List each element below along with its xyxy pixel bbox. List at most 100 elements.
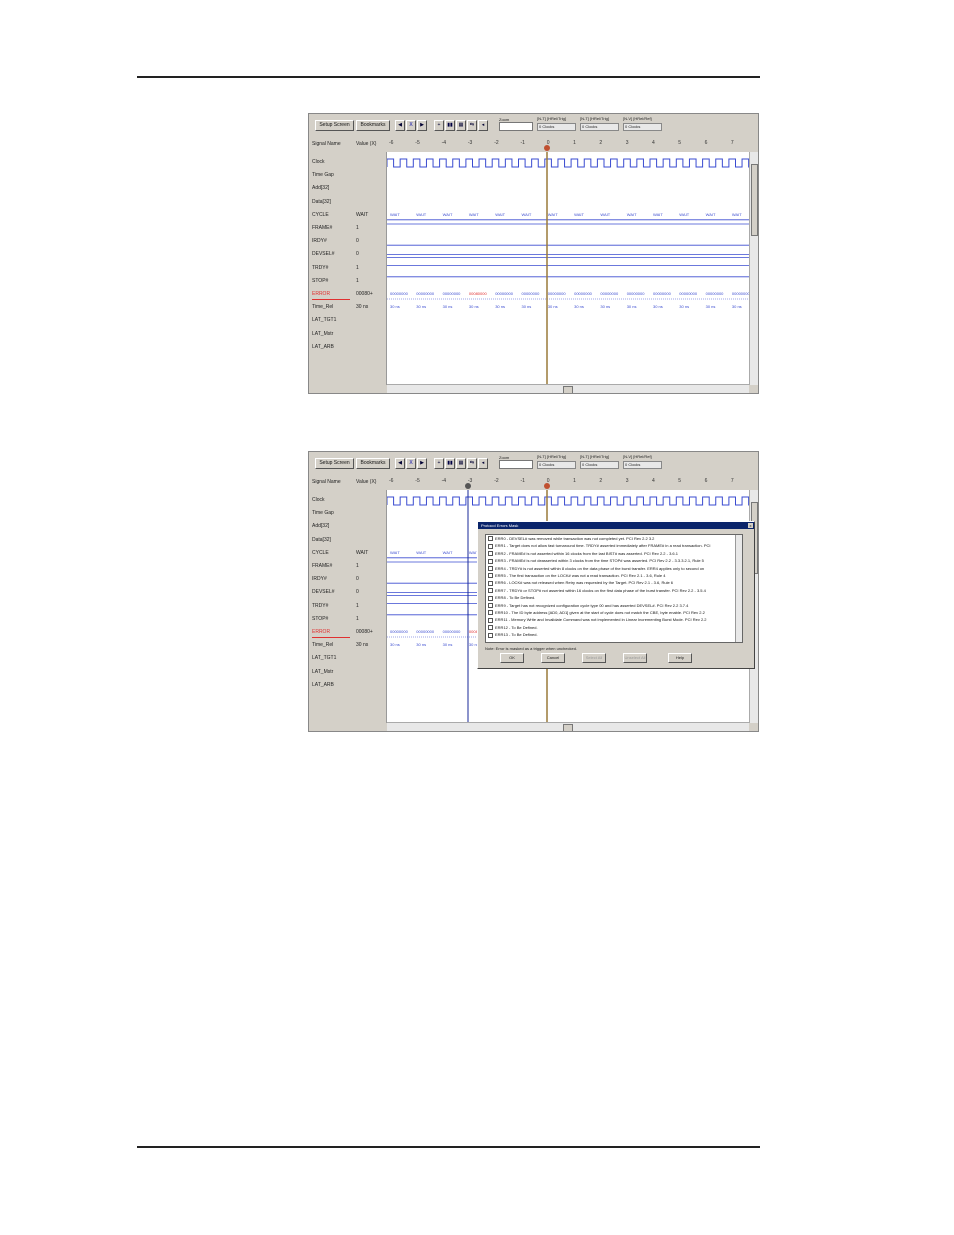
signal-name: DEVSEL# (312, 251, 335, 258)
error-mask-item[interactable]: ERR5 - The first transaction on the LOCK… (488, 573, 665, 579)
toolbar: Setup Screen Bookmarks ◀ X ▶ + ▮▮ ▦ ⇆ ◂ … (309, 114, 758, 137)
error-mask-item[interactable]: ERR12 - To Be Defined. (488, 625, 538, 631)
checkbox[interactable] (488, 610, 493, 616)
column-header: Signal Name Value (X) -6 -5 -4 -3 -2 -1 0 1 2 3 4 5… (309, 136, 758, 153)
bookmark-delete-icon[interactable]: X (406, 120, 416, 131)
bookmarks-button[interactable]: Bookmarks (356, 120, 390, 131)
checkbox[interactable] (488, 566, 493, 572)
list-scrollbar[interactable] (735, 535, 742, 642)
error-mask-item[interactable]: ERR6 - LOCK# was not released when Retry… (488, 580, 673, 586)
error-cell: 00000000 (705, 291, 724, 296)
checkbox[interactable] (488, 632, 493, 638)
value-column: WAIT 1 0 0 1 1 00080+ 30 ns (353, 490, 387, 723)
signal-name: Data[32] (312, 198, 331, 205)
readout-label: [N-V] [HRel/Ref] (623, 116, 652, 121)
bookmark-marker-icon (465, 483, 471, 489)
close-icon[interactable]: x (748, 523, 753, 528)
cancel-button[interactable]: Cancel (541, 653, 565, 663)
cycle-cell: WAIT (442, 549, 453, 555)
error-mask-item[interactable]: ERR11 - Memory Write and Invalidate Comm… (488, 617, 707, 623)
error-mask-item[interactable]: ERR7 - TRDY# or STOP# not asserted withi… (488, 588, 706, 594)
bookmark-prev-icon[interactable]: ◀ (395, 120, 405, 131)
cycle-cell: WAIT (653, 211, 663, 217)
time-tick: 5 (678, 478, 682, 484)
bookmark-prev-icon[interactable]: ◀ (395, 458, 405, 469)
readout-value: 0 Clocks (537, 461, 576, 469)
signal-name: ERROR (312, 629, 331, 635)
waveform-plot[interactable]: WAIT WAIT WAIT WAIT WAIT WAIT WAIT WAIT WAIT WAIT… (386, 152, 756, 385)
signal-name: LAT_TGT1 (312, 317, 337, 324)
cycle-cell: WAIT (468, 211, 479, 217)
protocol-errors-mask-dialog[interactable]: Protocol Errors Mask x ERR0 - DEVSEL# wa… (477, 521, 755, 669)
zoom-fit-icon[interactable]: ▮▮ (445, 458, 455, 469)
error-mask-item[interactable]: ERR3 - FRAME# is not deasserted within 3… (488, 558, 704, 564)
checkbox[interactable] (488, 595, 493, 601)
checkbox[interactable] (488, 588, 493, 594)
error-mask-item[interactable]: ERR13 - To Be Defined. (488, 632, 538, 638)
time-tick: -4 (441, 478, 447, 484)
signal-name: TRDY# (312, 264, 329, 271)
error-row-underline (312, 637, 350, 638)
zoom-in-icon[interactable]: + (434, 120, 444, 131)
checkbox[interactable] (488, 558, 493, 564)
time-tick: 2 (599, 478, 603, 484)
error-mask-list[interactable]: ERR0 - DEVSEL# was removed while transac… (485, 534, 743, 643)
select-all-button[interactable]: Select All (582, 653, 606, 663)
horizontal-scrollbar[interactable] (387, 384, 749, 393)
zoom-window-icon[interactable]: ▦ (456, 120, 466, 131)
error-mask-item[interactable]: ERR4 - TRDY# is not asserted within 8 cl… (488, 566, 704, 572)
help-button[interactable]: Help (668, 653, 692, 663)
error-mask-item[interactable]: ERR9 - Target has not recognized configu… (488, 603, 688, 609)
time-tick: 6 (704, 140, 708, 146)
bookmark-next-icon[interactable]: ▶ (417, 120, 427, 131)
signal-name: LAT_TGT1 (312, 655, 337, 662)
error-mask-item[interactable]: ERR8 - To Be Defined. (488, 595, 535, 601)
signal-name: IRDY# (312, 576, 327, 583)
vertical-scrollbar[interactable] (749, 152, 758, 385)
zoom-select[interactable] (499, 460, 533, 469)
bookmark-next-icon[interactable]: ▶ (417, 458, 427, 469)
error-mask-item[interactable]: ERR2 - FRAME# is not asserted within 16 … (488, 551, 678, 557)
checkbox[interactable] (488, 617, 493, 623)
checkbox[interactable] (488, 580, 493, 586)
error-cell: 00000000 (626, 291, 645, 296)
time-tick: 5 (678, 140, 682, 146)
value-column: WAIT 1 0 0 1 1 00080+ 30 ns (353, 152, 387, 385)
setup-screen-button[interactable]: Setup Screen (315, 120, 354, 131)
zoom-fit-icon[interactable]: ▮▮ (445, 120, 455, 131)
zoom-out-icon[interactable]: ◂ (478, 120, 488, 131)
zoom-window-icon[interactable]: ▦ (456, 458, 466, 469)
ok-button[interactable]: OK (500, 653, 524, 663)
signal-name: Time_Rel (312, 642, 334, 649)
horizontal-scrollbar[interactable] (387, 722, 749, 731)
error-mask-item[interactable]: ERR10 - The ID byte address [AD0, AD1] g… (488, 610, 705, 616)
bookmarks-button[interactable]: Bookmarks (356, 458, 390, 469)
zoom-select[interactable] (499, 122, 533, 131)
error-mask-item[interactable]: ERR1 - Target does not allow fast turnar… (488, 543, 711, 549)
time-cell: 30 ns (442, 642, 453, 648)
time-tick: 1 (573, 478, 576, 484)
cycle-cell: WAIT (390, 211, 400, 217)
signal-name-column: Clock Time Gap Add[32] Data[32] CYCLE FRAME# I… (309, 152, 353, 385)
dialog-note: Note: Error is masked as a trigger when … (485, 646, 578, 651)
error-mask-item[interactable]: ERR0 - DEVSEL# was removed while transac… (488, 536, 654, 542)
top-rule (137, 76, 760, 78)
checkbox[interactable] (488, 543, 493, 549)
setup-screen-button[interactable]: Setup Screen (315, 458, 354, 469)
signal-value: 30 ns (356, 642, 369, 649)
checkbox[interactable] (488, 625, 493, 631)
bookmark-delete-icon[interactable]: X (406, 458, 416, 469)
checkbox[interactable] (488, 536, 493, 542)
checkbox[interactable] (488, 551, 493, 557)
signal-name: TRDY# (312, 602, 329, 609)
error-mask-label: ERR6 - LOCK# was not released when Retry… (495, 580, 674, 586)
zoom-out-icon[interactable]: ◂ (478, 458, 488, 469)
time-cell: 30 ns (731, 304, 742, 310)
checkbox[interactable] (488, 603, 493, 609)
checkbox[interactable] (488, 573, 493, 579)
scroll-icon[interactable]: ⇆ (467, 458, 477, 469)
scroll-icon[interactable]: ⇆ (467, 120, 477, 131)
zoom-in-icon[interactable]: + (434, 458, 444, 469)
unselect-all-button[interactable]: Unselect All (623, 653, 647, 663)
signal-value: 1 (356, 602, 359, 609)
